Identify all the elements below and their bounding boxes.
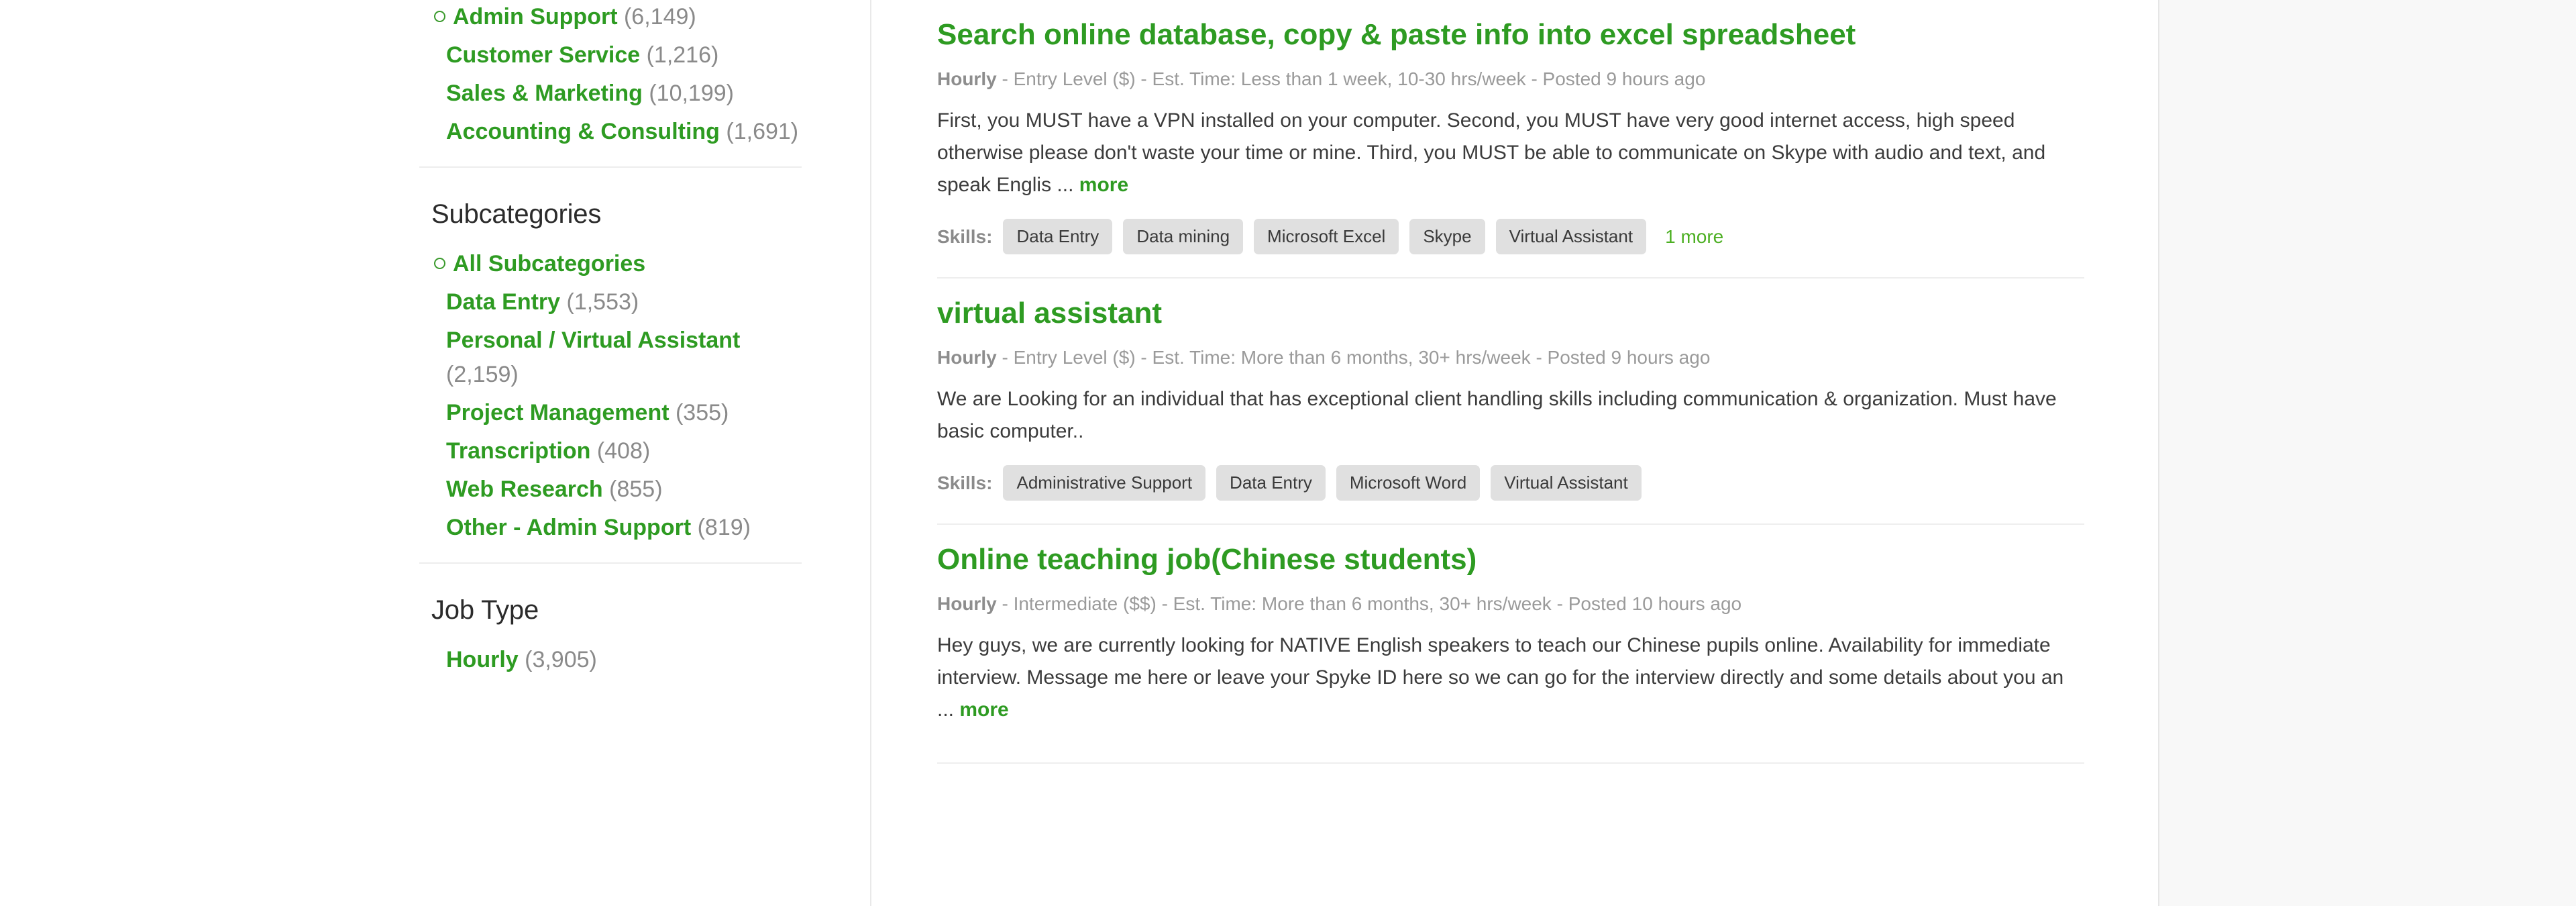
- subcategories-heading: Subcategories: [431, 199, 602, 229]
- category-facet-list: Admin Support (6,149) Customer Service (1…: [419, 0, 803, 149]
- job-listing: Online teaching job(Chinese students) Hou…: [937, 525, 2084, 764]
- job-list: Search online database, copy & paste inf…: [871, 0, 2158, 764]
- job-description: Hey guys, we are currently looking for N…: [937, 630, 2084, 726]
- job-skills-row: Skills: Data Entry Data mining Microsoft Ex…: [937, 219, 2084, 254]
- sidebar-subcategory-count: (855): [602, 476, 663, 502]
- sidebar-subcategory-1[interactable]: Data Entry (1,553): [419, 285, 803, 319]
- sidebar-category-2[interactable]: Sales & Marketing (10,199): [419, 77, 803, 111]
- sidebar-jobtype-link[interactable]: Hourly: [446, 647, 519, 672]
- job-meta-details: - Entry Level ($) - Est. Time: More than…: [996, 347, 1711, 368]
- job-meta-details: - Intermediate ($$) - Est. Time: More th…: [996, 593, 1742, 614]
- skills-label: Skills:: [937, 472, 993, 493]
- sidebar-subcategory-2[interactable]: Personal / Virtual Assistant (2,159): [419, 323, 803, 392]
- skill-tag[interactable]: Virtual Assistant: [1495, 219, 1647, 254]
- jobtype-facet-list: Hourly (3,905): [419, 643, 803, 677]
- sidebar-category-0[interactable]: Admin Support (6,149): [419, 0, 803, 34]
- sidebar-subcategory-count: (1,553): [560, 289, 639, 315]
- sidebar-subcategory-3[interactable]: Project Management (355): [419, 396, 803, 430]
- job-meta: Hourly - Entry Level ($) - Est. Time: Le…: [937, 67, 2084, 91]
- job-spacer: [937, 726, 2084, 762]
- sidebar-category-count: (6,149): [617, 4, 696, 30]
- sidebar-subcategory-count: (408): [590, 438, 651, 464]
- sidebar-subcategory-link[interactable]: Web Research: [446, 476, 603, 502]
- sidebar-subcategory-count: (819): [691, 515, 751, 540]
- skill-tag[interactable]: Microsoft Excel: [1254, 219, 1399, 254]
- sidebar-category-link[interactable]: Admin Support: [453, 4, 618, 30]
- job-skills-row: Skills: Administrative Support Data Entry M…: [937, 465, 2084, 501]
- job-meta: Hourly - Intermediate ($$) - Est. Time: …: [937, 592, 2084, 616]
- skill-tag[interactable]: Skype: [1409, 219, 1485, 254]
- job-meta: Hourly - Entry Level ($) - Est. Time: Mo…: [937, 346, 2084, 370]
- sidebar-category-1[interactable]: Customer Service (1,216): [419, 38, 803, 72]
- job-description-more-link[interactable]: more: [959, 699, 1008, 721]
- page-right-gutter: [2158, 0, 2576, 906]
- subcategory-facet-list: All Subcategories Data Entry (1,553) Perso…: [419, 247, 803, 545]
- sidebar-subcategory-count: (355): [669, 400, 729, 425]
- sidebar-subcategory-link[interactable]: Other - Admin Support: [446, 515, 691, 540]
- sidebar-subcategory-link[interactable]: Transcription: [446, 438, 590, 464]
- sidebar-category-link[interactable]: Sales & Marketing: [446, 81, 643, 106]
- job-description-more-link[interactable]: more: [1079, 174, 1128, 196]
- sidebar-category-count: (10,199): [642, 81, 734, 106]
- skill-tag[interactable]: Virtual Assistant: [1491, 465, 1642, 501]
- job-description: First, you MUST have a VPN installed on …: [937, 105, 2084, 201]
- sidebar-category-count: (1,691): [719, 119, 799, 144]
- sidebar-subcategory-4[interactable]: Transcription (408): [419, 434, 803, 468]
- job-meta-type: Hourly: [937, 68, 997, 89]
- sidebar-subcategory-link[interactable]: Project Management: [446, 400, 669, 425]
- sidebar-category-count: (1,216): [640, 42, 719, 68]
- sidebar-category-link[interactable]: Accounting & Consulting: [446, 119, 720, 144]
- jobtype-heading: Job Type: [431, 595, 539, 625]
- job-meta-type: Hourly: [937, 593, 997, 614]
- sidebar-jobtype-count: (3,905): [518, 647, 597, 672]
- job-meta-details: - Entry Level ($) - Est. Time: Less than…: [996, 68, 1706, 89]
- sidebar-subcategory-6[interactable]: Other - Admin Support (819): [419, 511, 803, 545]
- skills-more-link[interactable]: 1 more: [1665, 226, 1723, 248]
- sidebar-subcategory-count: (2,159): [446, 362, 519, 387]
- sidebar-subcategory-link[interactable]: Personal / Virtual Assistant: [446, 328, 740, 353]
- sidebar-category-link[interactable]: Customer Service: [446, 42, 640, 68]
- skill-tag[interactable]: Data mining: [1123, 219, 1244, 254]
- sidebar-divider-subcategories: [419, 562, 802, 564]
- radio-circle-icon[interactable]: [434, 10, 445, 22]
- job-title-link[interactable]: Online teaching job(Chinese students): [937, 525, 2084, 577]
- sidebar-subcategory-5[interactable]: Web Research (855): [419, 472, 803, 507]
- job-results-column: Search online database, copy & paste inf…: [870, 0, 2158, 906]
- filters-sidebar: Admin Support (6,149) Customer Service (1…: [419, 0, 803, 906]
- skill-tag[interactable]: Data Entry: [1003, 219, 1113, 254]
- skill-tag[interactable]: Data Entry: [1216, 465, 1326, 501]
- job-meta-type: Hourly: [937, 347, 997, 368]
- job-description-text: We are Looking for an individual that ha…: [937, 388, 2057, 442]
- skill-tag[interactable]: Microsoft Word: [1336, 465, 1481, 501]
- sidebar-subcategory-0[interactable]: All Subcategories: [419, 247, 803, 281]
- sidebar-subcategory-link[interactable]: All Subcategories: [453, 251, 645, 276]
- job-search-page: Admin Support (6,149) Customer Service (1…: [0, 0, 2576, 906]
- job-listing: Search online database, copy & paste inf…: [937, 0, 2084, 279]
- job-listing: virtual assistant Hourly - Entry Level ($…: [937, 279, 2084, 525]
- job-title-link[interactable]: virtual assistant: [937, 279, 2084, 331]
- job-title-link[interactable]: Search online database, copy & paste inf…: [937, 0, 2084, 52]
- radio-circle-icon[interactable]: [434, 257, 445, 269]
- job-description: We are Looking for an individual that ha…: [937, 383, 2084, 448]
- skill-tag[interactable]: Administrative Support: [1003, 465, 1206, 501]
- sidebar-subcategory-link[interactable]: Data Entry: [446, 289, 560, 315]
- job-description-text: Hey guys, we are currently looking for N…: [937, 634, 2064, 721]
- sidebar-category-3[interactable]: Accounting & Consulting (1,691): [419, 115, 803, 149]
- sidebar-divider-categories: [419, 166, 802, 168]
- sidebar-jobtype-0[interactable]: Hourly (3,905): [419, 643, 803, 677]
- skills-label: Skills:: [937, 225, 993, 247]
